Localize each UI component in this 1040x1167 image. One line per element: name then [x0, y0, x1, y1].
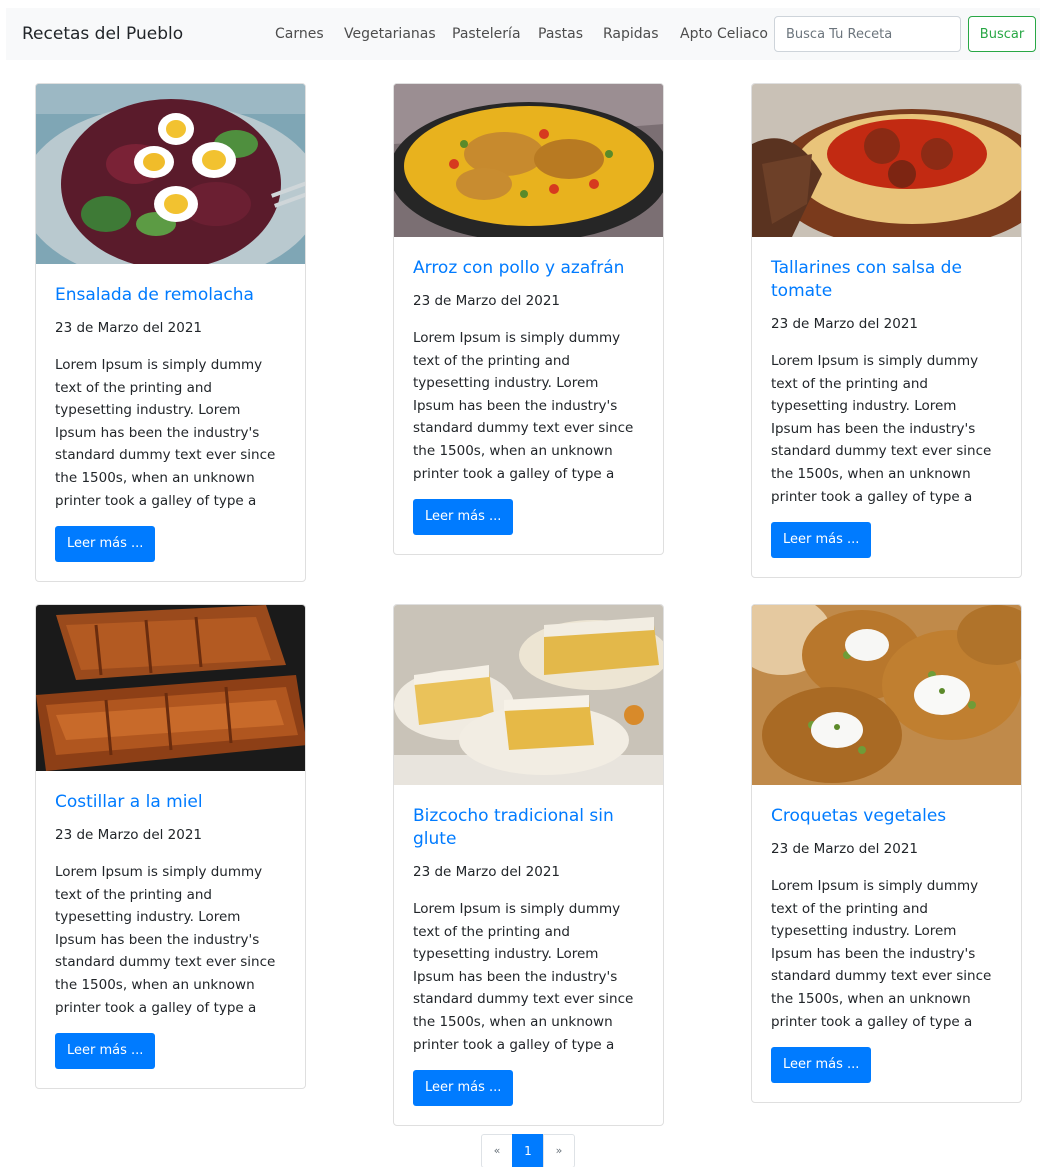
- recipe-card: Bizcocho tradicional sin glute 23 de Mar…: [393, 604, 664, 1127]
- top-navbar: Recetas del Pueblo Carnes Vegetarianas P…: [6, 8, 1040, 60]
- recipe-description: Lorem Ipsum is simply dummy text of the …: [55, 357, 276, 509]
- site-brand[interactable]: Recetas del Pueblo: [22, 24, 183, 44]
- recipe-image-chicken-rice[interactable]: [394, 84, 663, 237]
- recipe-image-ribs[interactable]: [36, 605, 305, 771]
- recipe-title[interactable]: Tallarines con salsa de tomate: [771, 257, 1002, 303]
- recipe-title[interactable]: Arroz con pollo y azafrán: [413, 257, 644, 280]
- read-more-button[interactable]: Leer más ...: [771, 522, 872, 559]
- recipe-card: Arroz con pollo y azafrán 23 de Marzo de…: [393, 83, 664, 556]
- recipe-date: 23 de Marzo del 2021: [413, 864, 561, 880]
- read-more-button[interactable]: Leer más ...: [55, 526, 156, 563]
- nav-link-vegetarianas[interactable]: Vegetarianas: [344, 26, 436, 42]
- recipe-description: Lorem Ipsum is simply dummy text of the …: [413, 330, 634, 482]
- nav-link-pastas[interactable]: Pastas: [538, 26, 583, 42]
- search-input[interactable]: [774, 16, 961, 52]
- card-body: Bizcocho tradicional sin glute 23 de Mar…: [394, 785, 663, 1125]
- card-body: Croquetas vegetales 23 de Marzo del 2021…: [752, 785, 1021, 1102]
- recipe-title[interactable]: Bizcocho tradicional sin glute: [413, 805, 644, 851]
- recipe-image-beet-salad[interactable]: [36, 84, 305, 264]
- recipe-date: 23 de Marzo del 2021: [413, 293, 561, 309]
- recipe-description: Lorem Ipsum is simply dummy text of the …: [55, 864, 276, 1016]
- search-button[interactable]: Buscar: [968, 16, 1036, 52]
- nav-link-pasteleria[interactable]: Pastelería: [452, 26, 521, 42]
- recipe-title[interactable]: Costillar a la miel: [55, 791, 286, 814]
- pagination-next[interactable]: »: [543, 1134, 575, 1167]
- recipe-date: 23 de Marzo del 2021: [55, 827, 203, 843]
- read-more-button[interactable]: Leer más ...: [55, 1033, 156, 1070]
- pagination-prev[interactable]: «: [481, 1134, 513, 1167]
- recipe-description: Lorem Ipsum is simply dummy text of the …: [771, 353, 992, 505]
- recipe-card: Tallarines con salsa de tomate 23 de Mar…: [751, 83, 1022, 579]
- read-more-button[interactable]: Leer más ...: [771, 1047, 872, 1084]
- recipe-date: 23 de Marzo del 2021: [771, 316, 919, 332]
- recipe-card: Ensalada de remolacha 23 de Marzo del 20…: [35, 83, 306, 583]
- recipe-title[interactable]: Croquetas vegetales: [771, 805, 1002, 828]
- recipe-image-veggie-croquettes[interactable]: [752, 605, 1021, 785]
- nav-link-apto-celiaco[interactable]: Apto Celiaco: [680, 26, 768, 42]
- recipe-image-sponge-cake[interactable]: [394, 605, 663, 785]
- pagination-page-1[interactable]: 1: [512, 1134, 544, 1167]
- read-more-button[interactable]: Leer más ...: [413, 1070, 514, 1107]
- card-body: Tallarines con salsa de tomate 23 de Mar…: [752, 237, 1021, 577]
- recipe-description: Lorem Ipsum is simply dummy text of the …: [771, 878, 992, 1030]
- card-body: Arroz con pollo y azafrán 23 de Marzo de…: [394, 237, 663, 554]
- recipe-date: 23 de Marzo del 2021: [771, 841, 919, 857]
- recipe-card: Costillar a la miel 23 de Marzo del 2021…: [35, 604, 306, 1090]
- read-more-button[interactable]: Leer más ...: [413, 499, 514, 536]
- nav-link-carnes[interactable]: Carnes: [275, 26, 324, 42]
- recipe-title[interactable]: Ensalada de remolacha: [55, 284, 286, 307]
- card-body: Ensalada de remolacha 23 de Marzo del 20…: [36, 264, 305, 581]
- recipe-card: Croquetas vegetales 23 de Marzo del 2021…: [751, 604, 1022, 1104]
- recipe-date: 23 de Marzo del 2021: [55, 320, 203, 336]
- card-body: Costillar a la miel 23 de Marzo del 2021…: [36, 771, 305, 1088]
- recipe-description: Lorem Ipsum is simply dummy text of the …: [413, 901, 634, 1053]
- recipe-image-spaghetti[interactable]: [752, 84, 1021, 237]
- nav-link-rapidas[interactable]: Rapidas: [603, 26, 659, 42]
- pagination: « 1 »: [481, 1134, 575, 1167]
